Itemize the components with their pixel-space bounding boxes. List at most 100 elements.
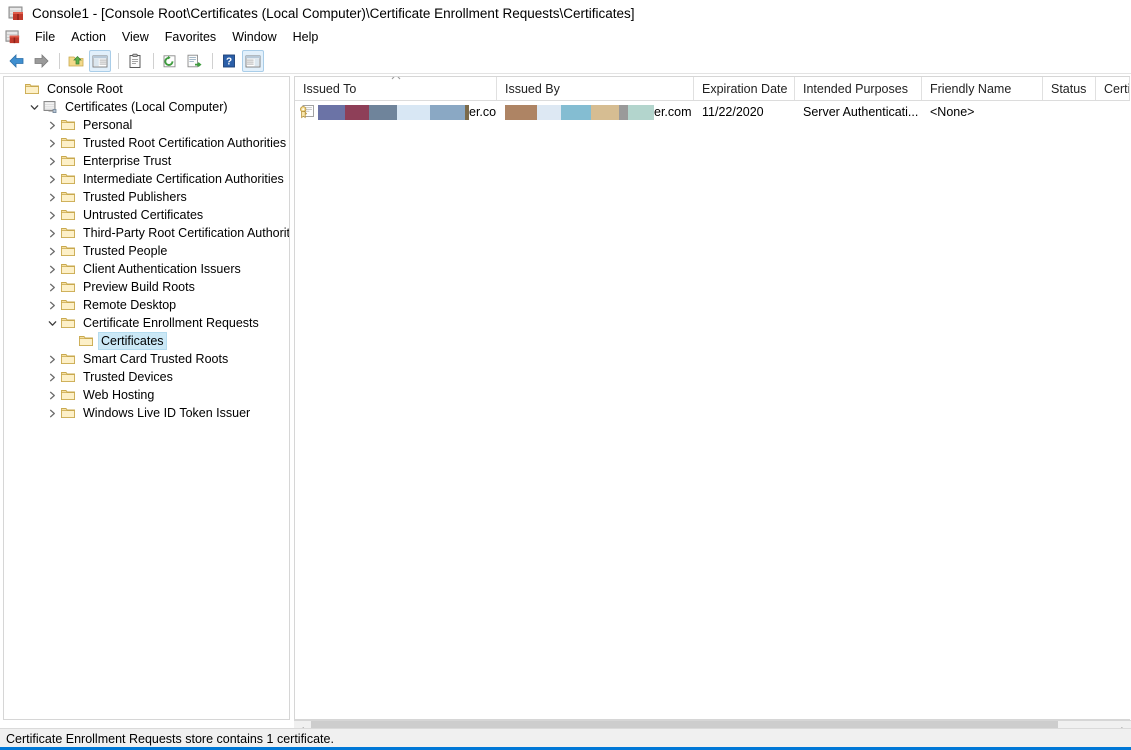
toolbar: ? [0, 48, 1131, 74]
folder-icon [60, 315, 76, 331]
up-one-level-button[interactable] [65, 50, 87, 72]
chevron-right-icon[interactable] [44, 261, 60, 277]
show-hide-tree-button[interactable] [89, 49, 111, 72]
column-header-label: Issued By [505, 81, 560, 96]
tree-node-label: Smart Card Trusted Roots [83, 352, 229, 366]
cell-issued-to: er.com [295, 101, 497, 123]
column-header-label: Certi [1104, 81, 1130, 96]
tree-node-label: Preview Build Roots [83, 280, 195, 294]
show-action-pane-button[interactable] [242, 49, 264, 72]
chevron-right-icon[interactable] [44, 297, 60, 313]
chevron-down-icon[interactable] [26, 99, 42, 115]
column-header-label: Status [1051, 81, 1087, 96]
column-header-issued-to[interactable]: Issued To [295, 77, 497, 100]
chevron-right-icon[interactable] [44, 369, 60, 385]
tree-node-remote-desktop[interactable]: Remote Desktop [4, 296, 289, 314]
tree-node-intermediate-certification-authorities[interactable]: Intermediate Certification Authorities [4, 170, 289, 188]
tree-node-label: Console Root [47, 82, 123, 96]
folder-icon [60, 135, 76, 151]
column-header-intended-purposes[interactable]: Intended Purposes [795, 77, 922, 100]
column-header-certi[interactable]: Certi [1096, 77, 1130, 100]
chevron-down-icon[interactable] [44, 315, 60, 331]
tree-node-certificates[interactable]: Certificates [4, 332, 289, 350]
tree-node-third-party-root-certification-authorities[interactable]: Third-Party Root Certification Authoriti… [4, 224, 289, 242]
tree-node-label: Trusted Root Certification Authorities [83, 136, 287, 150]
svg-text:?: ? [226, 56, 232, 67]
window-title: Console1 - [Console Root\Certificates (L… [32, 5, 635, 21]
menu-view[interactable]: View [114, 28, 157, 46]
menu-action[interactable]: Action [63, 28, 114, 46]
tree-node-trusted-devices[interactable]: Trusted Devices [4, 368, 289, 386]
redacted-value [505, 104, 654, 120]
chevron-right-icon[interactable] [44, 207, 60, 223]
list-column-headers: Issued To Issued By Expiration Date Intende… [295, 77, 1130, 101]
forward-button[interactable] [30, 50, 52, 72]
snapin-icon [42, 99, 58, 115]
column-header-expiration-date[interactable]: Expiration Date [694, 77, 795, 100]
back-button[interactable] [6, 50, 28, 72]
folder-icon [60, 297, 76, 313]
tree-node-trusted-root-certification-authorities[interactable]: Trusted Root Certification Authorities [4, 134, 289, 152]
tree-node-label: Untrusted Certificates [83, 208, 204, 222]
certificates-list-rows: er.com er.com 11/22/2020 Server Authenticat… [295, 101, 1130, 123]
table-row[interactable]: er.com er.com 11/22/2020 Server Authenticat… [295, 101, 1130, 123]
tree-node-web-hosting[interactable]: Web Hosting [4, 386, 289, 404]
tree-node-certificates-local-computer[interactable]: Certificates (Local Computer) [4, 98, 289, 116]
chevron-right-icon[interactable] [44, 405, 60, 421]
tree-node-label: Remote Desktop [83, 298, 177, 312]
certificates-list-pane[interactable]: Issued To Issued By Expiration Date Intende… [294, 76, 1130, 720]
menu-window[interactable]: Window [224, 28, 284, 46]
toolbar-separator [153, 52, 154, 69]
tree-node-certificate-enrollment-requests[interactable]: Certificate Enrollment Requests [4, 314, 289, 332]
help-button[interactable]: ? [218, 50, 240, 72]
chevron-right-icon[interactable] [44, 117, 60, 133]
tree-node-label: Trusted People [83, 244, 168, 258]
export-list-button[interactable] [183, 50, 205, 72]
tree-node-client-authentication-issuers[interactable]: Client Authentication Issuers [4, 260, 289, 278]
work-area: Console Root Certificates (Local Computer… [0, 74, 1131, 738]
tree-node-console-root[interactable]: Console Root [4, 80, 289, 98]
sort-ascending-icon [390, 77, 401, 82]
console-tree-pane[interactable]: Console Root Certificates (Local Computer… [3, 76, 290, 720]
tree-node-personal[interactable]: Personal [4, 116, 289, 134]
chevron-right-icon[interactable] [44, 135, 60, 151]
cell-issued-to-text: er.com [469, 105, 497, 119]
tree-node-label: Client Authentication Issuers [83, 262, 241, 276]
chevron-right-icon[interactable] [44, 243, 60, 259]
tree-node-enterprise-trust[interactable]: Enterprise Trust [4, 152, 289, 170]
tree-node-label: Web Hosting [83, 388, 155, 402]
mmc-console-icon [8, 5, 25, 22]
menu-favorites[interactable]: Favorites [157, 28, 224, 46]
chevron-right-icon[interactable] [44, 189, 60, 205]
column-header-friendly-name[interactable]: Friendly Name [922, 77, 1043, 100]
folder-icon [60, 387, 76, 403]
chevron-right-icon[interactable] [44, 153, 60, 169]
tree-node-windows-live-id-token-issuer[interactable]: Windows Live ID Token Issuer [4, 404, 289, 422]
menu-help[interactable]: Help [285, 28, 327, 46]
column-header-status[interactable]: Status [1043, 77, 1096, 100]
tree-node-untrusted-certificates[interactable]: Untrusted Certificates [4, 206, 289, 224]
column-header-issued-by[interactable]: Issued By [497, 77, 694, 100]
folder-icon [60, 207, 76, 223]
toolbar-separator [212, 52, 213, 69]
chevron-right-icon[interactable] [44, 351, 60, 367]
cell-intended-purposes: Server Authenticati... [803, 105, 919, 119]
chevron-right-icon[interactable] [44, 225, 60, 241]
column-header-label: Expiration Date [702, 81, 788, 96]
tree-node-trusted-publishers[interactable]: Trusted Publishers [4, 188, 289, 206]
tree-node-smart-card-trusted-roots[interactable]: Smart Card Trusted Roots [4, 350, 289, 368]
tree-node-label: Certificates (Local Computer) [65, 100, 228, 114]
chevron-right-icon[interactable] [44, 171, 60, 187]
tree-node-preview-build-roots[interactable]: Preview Build Roots [4, 278, 289, 296]
menu-file[interactable]: File [27, 28, 63, 46]
cell-status [1043, 101, 1096, 123]
tree-node-label: Third-Party Root Certification Authoriti… [83, 226, 290, 240]
chevron-right-icon[interactable] [44, 279, 60, 295]
properties-button[interactable] [124, 50, 146, 72]
chevron-right-icon[interactable] [44, 387, 60, 403]
tree-node-label: Trusted Devices [83, 370, 173, 384]
tree-node-trusted-people[interactable]: Trusted People [4, 242, 289, 260]
refresh-button[interactable] [159, 50, 181, 72]
toolbar-separator [118, 52, 119, 69]
